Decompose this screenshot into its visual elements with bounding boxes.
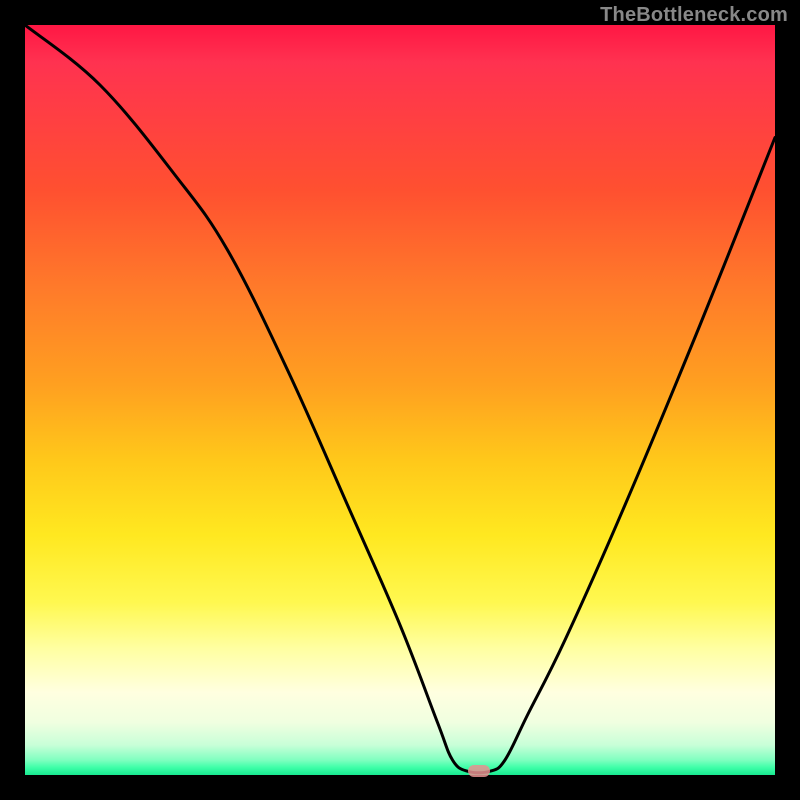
- curve-svg: [25, 25, 775, 775]
- bottleneck-curve: [25, 25, 775, 773]
- plot-area: [25, 25, 775, 775]
- bottleneck-chart: TheBottleneck.com: [0, 0, 800, 800]
- watermark-text: TheBottleneck.com: [600, 4, 788, 27]
- minimum-marker-icon: [468, 765, 490, 777]
